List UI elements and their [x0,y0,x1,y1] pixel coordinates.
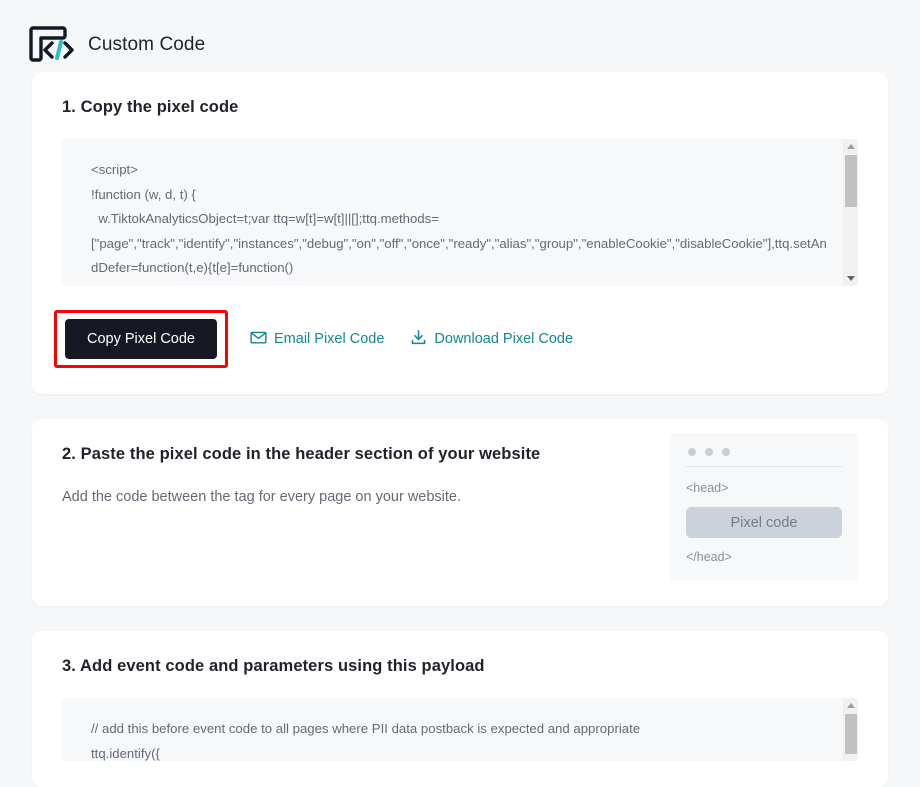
browser-dot-icon [688,448,696,456]
payload-code-text: // add this before event code to all pag… [91,721,641,761]
step-3-card: 3. Add event code and parameters using t… [32,631,888,787]
step-2-description: Add the code between the tag for every p… [62,489,462,505]
scrollbar-thumb[interactable] [845,155,857,207]
browser-divider [686,466,842,467]
step-1-card: 1. Copy the pixel code <script> !functio… [32,72,888,394]
step-2-card: 2. Paste the pixel code in the header se… [32,419,888,606]
browser-dots [686,446,842,466]
scrollbar-thumb[interactable] [845,714,857,754]
download-pixel-code-link[interactable]: Download Pixel Code [410,329,573,350]
browser-illustration: <head> Pixel code </head> [670,433,858,580]
email-pixel-code-link[interactable]: Email Pixel Code [250,329,384,350]
step-3-title: 3. Add event code and parameters using t… [62,657,485,675]
download-icon [410,329,427,350]
pixel-code-text: <script> !function (w, d, t) { w.TiktokA… [91,162,827,275]
copy-pixel-code-button[interactable]: Copy Pixel Code [65,319,217,359]
download-pixel-code-label: Download Pixel Code [434,331,574,347]
scroll-down-arrow-icon[interactable] [847,276,855,281]
custom-code-icon [28,22,74,68]
envelope-icon [250,329,267,350]
scroll-up-arrow-icon[interactable] [847,144,855,149]
browser-dot-icon [705,448,713,456]
pixel-code-box[interactable]: <script> !function (w, d, t) { w.TiktokA… [62,139,858,286]
step-2-title: 2. Paste the pixel code in the header se… [62,445,541,463]
page-title: Custom Code [88,34,206,55]
page-header: Custom Code [0,0,920,72]
step-1-actions: Copy Pixel Code Email Pixel Code Downloa… [54,310,858,368]
pixel-code-scrollbar[interactable] [843,139,858,286]
head-open-tag: <head> [686,481,729,495]
head-close-tag: </head> [686,550,732,564]
step-1-title: 1. Copy the pixel code [62,98,239,116]
payload-code-scrollbar[interactable] [843,698,858,761]
browser-dot-icon [722,448,730,456]
scroll-up-arrow-icon[interactable] [847,703,855,708]
email-pixel-code-label: Email Pixel Code [274,331,385,347]
custom-code-page: Custom Code 1. Copy the pixel code <scri… [0,0,920,787]
payload-code-box[interactable]: // add this before event code to all pag… [62,698,858,761]
pixel-code-pill: Pixel code [686,507,842,538]
copy-button-highlight: Copy Pixel Code [54,310,228,368]
